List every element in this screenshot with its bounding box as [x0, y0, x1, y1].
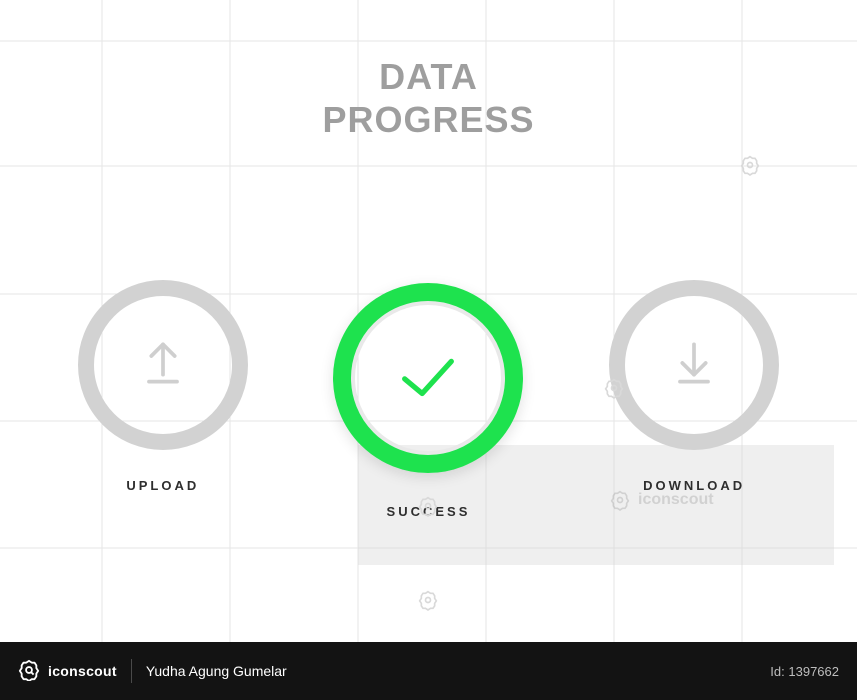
download-label: DOWNLOAD	[643, 478, 745, 493]
title-line-1: DATA	[0, 55, 857, 98]
footer-id-label: Id:	[770, 664, 784, 679]
status-item-upload: UPLOAD	[33, 280, 293, 493]
preview-canvas: DATA PROGRESS UPLOAD	[0, 0, 857, 642]
footer-separator	[131, 659, 132, 683]
upload-circle	[78, 280, 248, 450]
status-item-success: SUCCESS	[298, 280, 558, 519]
success-label: SUCCESS	[387, 504, 471, 519]
status-item-download: DOWNLOAD	[564, 280, 824, 493]
check-icon	[393, 341, 463, 416]
success-circle	[333, 283, 523, 473]
watermark-icon	[740, 155, 760, 175]
download-icon	[666, 335, 722, 396]
upload-icon	[135, 335, 191, 396]
footer-author[interactable]: Yudha Agung Gumelar	[146, 663, 287, 679]
brand-logo-icon	[18, 659, 40, 684]
upload-label: UPLOAD	[126, 478, 199, 493]
title-line-2: PROGRESS	[0, 98, 857, 141]
attribution-footer: iconscout Yudha Agung Gumelar Id: 139766…	[0, 642, 857, 700]
footer-id: Id: 1397662	[770, 664, 839, 679]
download-circle	[609, 280, 779, 450]
page-title: DATA PROGRESS	[0, 55, 857, 141]
watermark-icon	[418, 590, 438, 610]
footer-brand-text: iconscout	[48, 663, 117, 679]
footer-id-value: 1397662	[788, 664, 839, 679]
status-row: UPLOAD SUCCESS	[0, 280, 857, 519]
footer-brand[interactable]: iconscout	[18, 659, 117, 684]
